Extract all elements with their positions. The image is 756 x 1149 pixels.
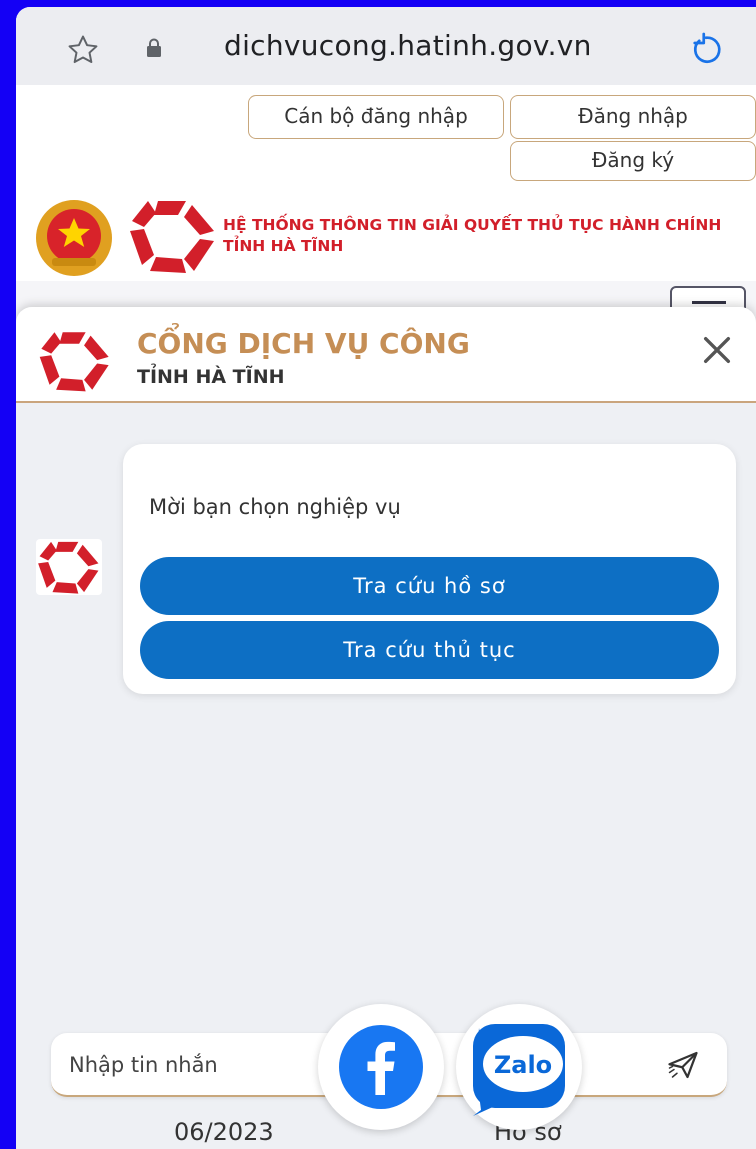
chat-header: CỔNG DỊCH VỤ CÔNG TỈNH HÀ TĨNH [16, 307, 756, 403]
star-outline-icon[interactable] [66, 33, 100, 67]
facebook-icon [339, 1025, 423, 1109]
bot-message-card: Mời bạn chọn nghiệp vụ Tra cứu hồ sơ Tra… [123, 444, 736, 694]
send-icon[interactable] [665, 1047, 701, 1083]
system-title: HỆ THỐNG THÔNG TIN GIẢI QUYẾT THỦ TỤC HÀ… [223, 215, 721, 257]
login-button[interactable]: Đăng nhập [510, 95, 756, 139]
lookup-records-button[interactable]: Tra cứu hồ sơ [140, 557, 719, 615]
portal-star-logo [39, 332, 109, 392]
national-emblem-logo [36, 200, 112, 276]
lookup-procedures-button[interactable]: Tra cứu thủ tục [140, 621, 719, 679]
register-button[interactable]: Đăng ký [510, 141, 756, 181]
chat-title: CỔNG DỊCH VỤ CÔNG [137, 327, 470, 360]
lock-icon [147, 38, 161, 57]
url-text[interactable]: dichvucong.hatinh.gov.vn [224, 29, 592, 62]
zalo-label: Zalo [494, 1051, 552, 1079]
bot-message-text: Mời bạn chọn nghiệp vụ [149, 495, 401, 519]
system-title-line-2: TỈNH HÀ TĨNH [223, 237, 344, 255]
site-header: Cán bộ đăng nhập Đăng nhập Đăng ký HỆ TH… [16, 85, 756, 281]
background-date-text: 06/2023 [174, 1118, 274, 1146]
zalo-button[interactable]: Zalo [456, 1004, 582, 1130]
bot-avatar [36, 539, 102, 595]
facebook-button[interactable] [318, 1004, 444, 1130]
zalo-icon: Zalo [473, 1024, 565, 1116]
portal-star-logo [130, 201, 214, 273]
phone-screen: dichvucong.hatinh.gov.vn Cán bộ đăng nhậ… [16, 7, 756, 1149]
system-title-line-1: HỆ THỐNG THÔNG TIN GIẢI QUYẾT THỦ TỤC HÀ… [223, 216, 722, 234]
portal-star-logo [38, 541, 99, 594]
browser-url-bar: dichvucong.hatinh.gov.vn [16, 7, 756, 85]
chat-subtitle: TỈNH HÀ TĨNH [137, 366, 285, 388]
close-icon[interactable] [700, 333, 734, 367]
hamburger-icon [692, 301, 726, 304]
message-input[interactable] [67, 1043, 347, 1087]
reload-icon[interactable] [688, 31, 724, 67]
staff-login-button[interactable]: Cán bộ đăng nhập [248, 95, 504, 139]
